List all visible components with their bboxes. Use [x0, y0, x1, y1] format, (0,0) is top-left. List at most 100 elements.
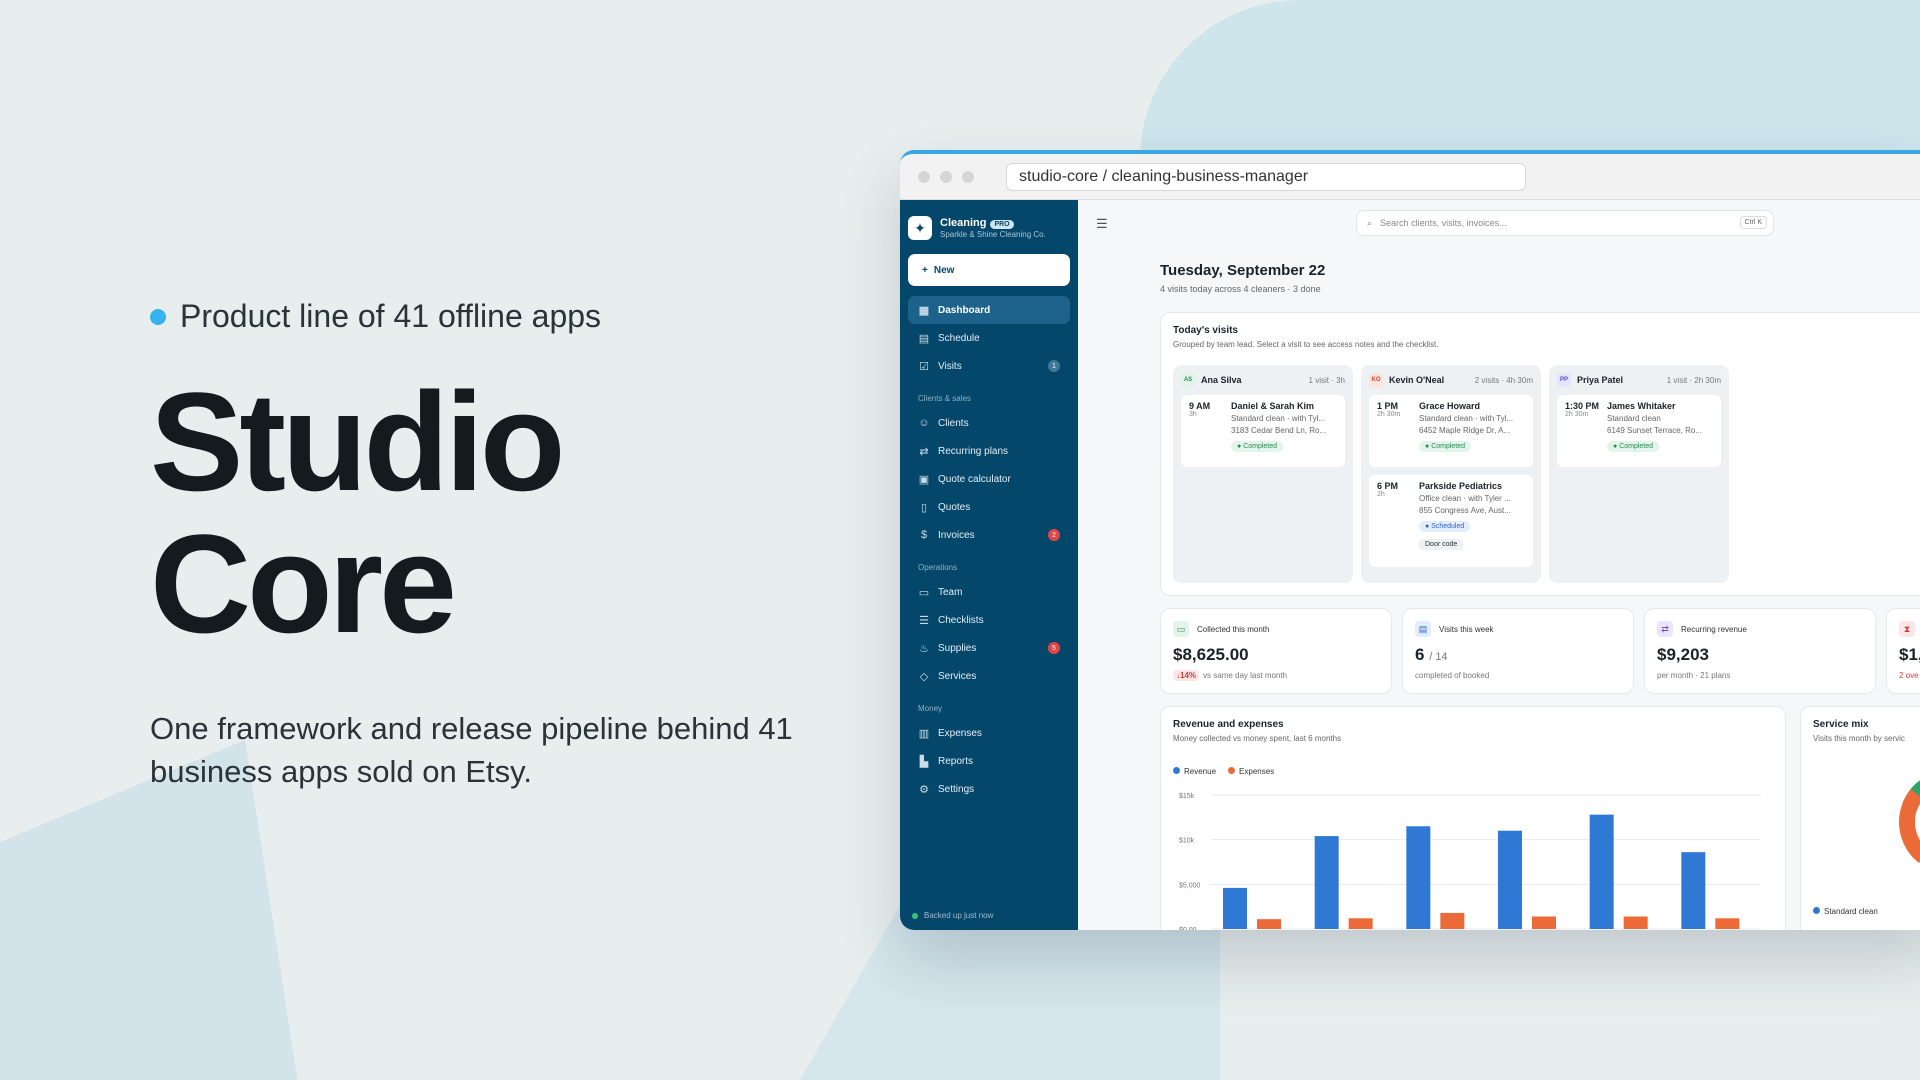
- sidebar-item-invoices[interactable]: $ Invoices 2: [908, 521, 1070, 549]
- team-column-kevin-oneal: KO Kevin O'Neal 2 visits · 4h 30m 1 PM 2h 3…: [1361, 365, 1541, 583]
- visit-address: 3183 Cedar Bend Ln, Ro...: [1231, 426, 1327, 435]
- stat-label: Visits this week: [1439, 624, 1494, 634]
- visit-card[interactable]: 6 PM 2h Parkside Pediatrics Office clean ·…: [1369, 475, 1533, 567]
- sidebar-item-quote-calculator[interactable]: ▣ Quote calculator: [908, 465, 1070, 493]
- sidebar-item-label: Services: [938, 670, 977, 682]
- visit-address: 6149 Sunset Terrace, Ro...: [1607, 426, 1703, 435]
- stat-foot: 2 ove: [1899, 671, 1919, 680]
- window-minimize-button[interactable]: [940, 170, 952, 183]
- card-title: Today's visits: [1173, 325, 1238, 336]
- sidebar-item-supplies[interactable]: ♨ Supplies 5: [908, 634, 1070, 662]
- sidebar-item-services[interactable]: ◇ Services: [908, 662, 1070, 690]
- sidebar-item-dashboard[interactable]: ▦ Dashboard: [908, 296, 1070, 324]
- visit-time: 6 PM: [1377, 481, 1399, 491]
- bar-revenue[interactable]: [1406, 826, 1431, 929]
- sidebar-item-label: Checklists: [938, 614, 984, 626]
- service-legend-item: Standard clean: [1813, 907, 1878, 916]
- new-button[interactable]: + New: [908, 254, 1070, 286]
- sidebar-item-label: Quote calculator: [938, 473, 1011, 485]
- bar-expenses[interactable]: [1440, 912, 1465, 929]
- visit-card[interactable]: 1 PM 2h 30m Grace Howard Standard clean · …: [1369, 395, 1533, 467]
- visits-count-badge: 1: [1048, 360, 1060, 372]
- menu-icon[interactable]: ☰: [1096, 216, 1108, 232]
- calendar-icon: ▤: [918, 332, 930, 345]
- sidebar-item-label: Recurring plans: [938, 445, 1009, 457]
- window-maximize-button[interactable]: [962, 170, 974, 183]
- sidebar-item-visits[interactable]: ☑ Visits 1: [908, 352, 1070, 380]
- bar-expenses[interactable]: [1623, 916, 1648, 929]
- legend-item-revenue: Revenue: [1173, 767, 1216, 776]
- stat-card-recurring[interactable]: ⇄ Recurring revenue $9,203 per month · 21…: [1644, 608, 1876, 694]
- hero-title: Studio Core: [150, 371, 870, 655]
- bar-revenue[interactable]: [1681, 852, 1706, 929]
- eyebrow-text: Product line of 41 offline apps: [180, 298, 602, 334]
- sidebar-item-label: Schedule: [938, 332, 980, 344]
- stat-label: Collected this month: [1197, 624, 1270, 634]
- donut-slice: [1899, 770, 1920, 874]
- sidebar-item-expenses[interactable]: ▥ Expenses: [908, 719, 1070, 747]
- plan-badge: PRO: [990, 220, 1014, 229]
- legend-swatch-icon: [1173, 767, 1180, 774]
- cash-icon: ▭: [1173, 621, 1189, 637]
- stat-card-overdue[interactable]: ⧗ $1, 2 ove: [1886, 608, 1920, 694]
- card-title: Service mix: [1813, 719, 1869, 730]
- search-input[interactable]: ⌕ Search clients, visits, invoices... Ct…: [1356, 210, 1774, 236]
- avatar: AS: [1181, 373, 1195, 387]
- team-column-ana-silva: AS Ana Silva 1 visit · 3h 9 AM 3h Daniel & …: [1173, 365, 1353, 583]
- card-title: Revenue and expenses: [1173, 719, 1284, 730]
- stat-foot: vs same day last month: [1203, 671, 1288, 680]
- brand: ✦ Cleaning PRO Sparkle & Shine Cleaning C…: [908, 208, 1070, 248]
- bar-revenue[interactable]: [1314, 836, 1339, 929]
- stat-card-collected[interactable]: ▭ Collected this month $8,625.00 ↓14% vs s…: [1160, 608, 1392, 694]
- sidebar-item-clients[interactable]: ☺ Clients: [908, 409, 1070, 437]
- sidebar-item-reports[interactable]: ▙ Reports: [908, 747, 1070, 775]
- stat-card-visits-week[interactable]: ▤ Visits this week 6 / 14 completed of bo…: [1402, 608, 1634, 694]
- avatar: KO: [1369, 373, 1383, 387]
- service-mix-donut: [1899, 770, 1920, 874]
- bar-expenses[interactable]: [1257, 919, 1281, 929]
- sidebar-item-recurring-plans[interactable]: ⇄ Recurring plans: [908, 437, 1070, 465]
- visit-card[interactable]: 9 AM 3h Daniel & Sarah Kim Standard clean …: [1181, 395, 1345, 467]
- browser-chrome: studio-core / cleaning-business-manager: [900, 154, 1920, 200]
- calendar-icon: ▤: [1415, 621, 1431, 637]
- address-bar[interactable]: studio-core / cleaning-business-manager: [1006, 162, 1526, 191]
- bar-revenue[interactable]: [1223, 887, 1247, 929]
- hero-subtitle: One framework and release pipeline behin…: [150, 711, 793, 789]
- bar-expenses[interactable]: [1715, 918, 1740, 929]
- sidebar-item-label: Invoices: [938, 529, 975, 541]
- browser-window: studio-core / cleaning-business-manager …: [900, 150, 1920, 930]
- sidebar-item-settings[interactable]: ⚙ Settings: [908, 775, 1070, 803]
- bar-expenses[interactable]: [1348, 918, 1373, 929]
- status-badge-label: Completed: [1619, 443, 1654, 450]
- visit-service: Office clean · with Tyler ...: [1419, 494, 1511, 503]
- visit-card[interactable]: 1:30 PM 2h 30m James Whitaker Standard cle…: [1557, 395, 1721, 467]
- shortcut-hint: Ctrl K: [1739, 216, 1767, 229]
- service-mix-card: Service mix Visits this month by servic …: [1800, 706, 1920, 930]
- sidebar-item-checklists[interactable]: ☰ Checklists: [908, 606, 1070, 634]
- sidebar-item-quotes[interactable]: ▯ Quotes: [908, 493, 1070, 521]
- bar-revenue[interactable]: [1498, 830, 1522, 929]
- plus-icon: +: [922, 264, 928, 276]
- sidebar-item-label: Clients: [938, 417, 969, 429]
- bar-expenses[interactable]: [1532, 916, 1556, 929]
- team-lead-meta: 1 visit · 2h 30m: [1666, 375, 1721, 385]
- sidebar-item-schedule[interactable]: ▤ Schedule: [908, 324, 1070, 352]
- search-icon: ⌕: [1367, 217, 1373, 228]
- team-icon: ▭: [918, 586, 930, 599]
- document-icon: ▯: [920, 501, 928, 514]
- stat-delta-badge: ↓14%: [1173, 670, 1200, 681]
- stat-value: 6: [1415, 645, 1425, 664]
- supplies-count-badge: 5: [1048, 642, 1060, 654]
- sidebar: ✦ Cleaning PRO Sparkle & Shine Cleaning C…: [900, 200, 1078, 930]
- team-lead-meta: 1 visit · 3h: [1308, 375, 1345, 385]
- bullet-dot-icon: [150, 308, 166, 325]
- window-close-button[interactable]: [918, 170, 930, 183]
- visit-duration: 2h: [1377, 491, 1385, 498]
- sidebar-item-team[interactable]: ▭ Team: [908, 578, 1070, 606]
- bar-revenue[interactable]: [1589, 814, 1614, 929]
- sidebar-item-label: Quotes: [938, 501, 971, 513]
- tag-icon: ◇: [919, 670, 929, 683]
- visit-address: 6452 Maple Ridge Dr, A...: [1419, 426, 1511, 435]
- hero-title-line-1: Studio: [150, 363, 565, 520]
- legend-label: Revenue: [1184, 767, 1217, 776]
